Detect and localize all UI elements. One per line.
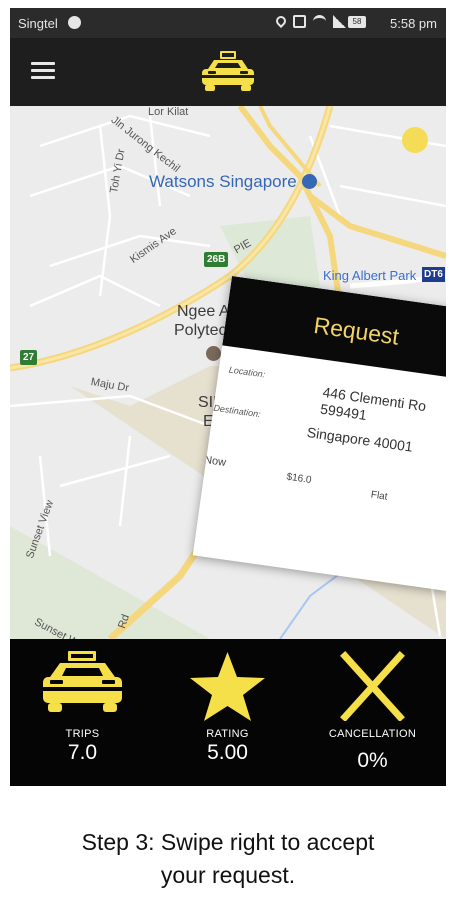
stat-cancellation: CANCELLATION 0% [300, 639, 445, 786]
status-bar: Singtel 58 5:58 pm [10, 8, 446, 38]
wifi-icon [313, 15, 326, 28]
taxi-logo-icon [202, 51, 254, 91]
hamburger-menu-icon[interactable] [31, 62, 55, 80]
mute-icon [293, 15, 306, 28]
destination-value: Singapore 40001 [305, 424, 414, 455]
stat-cancellation-label: CANCELLATION [328, 728, 417, 740]
stat-trips-label: TRIPS [65, 728, 100, 740]
battery-icon: 58 [348, 16, 366, 28]
stat-trips: TRIPS 7.0 [10, 639, 155, 786]
fare-type: Flat [370, 489, 389, 503]
step-caption-line2: your request. [160, 862, 296, 888]
signal-icon [333, 15, 346, 28]
poi-watsons[interactable]: Watsons Singapore [149, 172, 297, 192]
stat-rating-label: RATING [206, 728, 249, 740]
star-icon [190, 652, 265, 721]
map-label-lor-kilat: Lor Kilat [148, 106, 189, 118]
location-icon [273, 13, 289, 29]
stat-rating: RATING 5.00 [155, 639, 300, 786]
fare-amount: $16.0 [285, 471, 313, 486]
exit-sign-26b: 26B [204, 252, 229, 267]
carrier-name: Singtel [18, 16, 58, 31]
stat-trips-value: 7.0 [67, 741, 98, 764]
pickup-time: Now [203, 453, 227, 469]
status-icons [273, 13, 346, 29]
location-label: Location: [228, 364, 266, 380]
exit-sign-27: 27 [20, 350, 38, 365]
taxi-icon [43, 651, 122, 712]
destination-label: Destination: [212, 402, 262, 420]
school-icon [206, 346, 221, 361]
status-time: 5:58 pm [390, 16, 437, 31]
request-card[interactable]: Request Location: 446 Clementi Ro 599491… [192, 276, 446, 592]
cross-icon [340, 651, 405, 721]
mrt-sign-dt6: DT6 [422, 267, 445, 282]
shop-icon [302, 174, 317, 189]
step-caption: Step 3: Swipe right to accept your reque… [0, 826, 456, 892]
phone-screen: Singtel 58 5:58 pm Lor Kilat Jln Jurong … [10, 8, 446, 786]
step-caption-line1: Step 3: Swipe right to accept [81, 829, 375, 855]
poi-king-albert-park[interactable]: King Albert Park [323, 268, 416, 283]
stats-bar: TRIPS 7.0 RATING 5.00 CANCELLATION 0% [10, 639, 446, 786]
location-value: 446 Clementi Ro 599491 [319, 384, 427, 432]
app-bar [10, 38, 446, 106]
stat-rating-value: 5.00 [207, 741, 248, 764]
carrier-icon [68, 16, 81, 29]
request-card-title: Request [312, 312, 401, 350]
stat-cancellation-value: 0% [357, 749, 388, 772]
weather-sun-icon [402, 127, 428, 153]
